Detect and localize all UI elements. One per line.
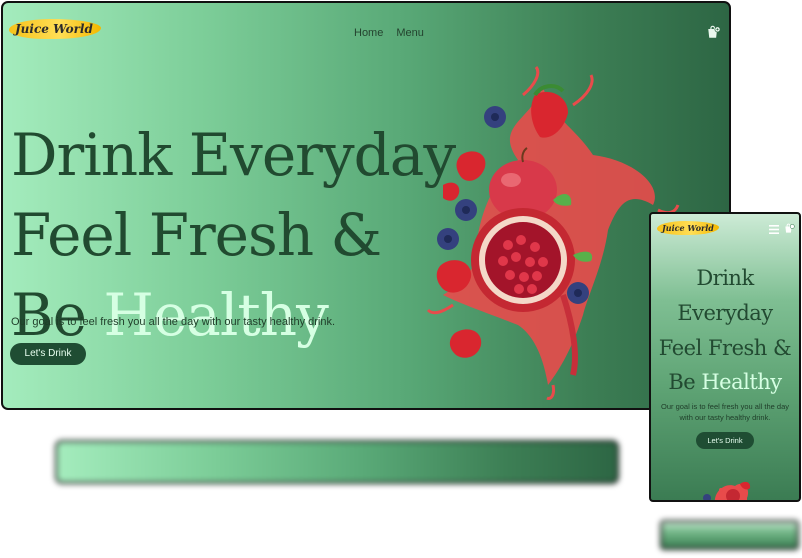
desktop-floor-shadow	[55, 440, 619, 484]
fruit-splash-image	[426, 66, 680, 400]
lets-drink-button[interactable]: Let's Drink	[10, 343, 86, 365]
mobile-hero-line-1: Drink	[696, 266, 754, 290]
mobile-brand-logo[interactable]: Juice World	[657, 221, 719, 235]
shopping-bag-icon[interactable]	[707, 25, 721, 39]
mockup-stage: Juice World Home Menu Drink Everyday Fee…	[0, 0, 802, 558]
mobile-hero-accent: Healthy	[701, 370, 782, 394]
mobile-shopping-bag-icon[interactable]	[784, 223, 795, 234]
nav-link-home[interactable]: Home	[354, 27, 383, 39]
desktop-nav-links: Home Menu	[354, 27, 424, 39]
mobile-lets-drink-button[interactable]: Let's Drink	[696, 432, 754, 449]
brand-logo[interactable]: Juice World	[9, 19, 101, 39]
hero-tagline: Our goal is to feel fresh you all the da…	[11, 316, 336, 328]
desktop-screen: Juice World Home Menu Drink Everyday Fee…	[1, 1, 731, 410]
hero-heading-prefix: Be	[11, 280, 104, 349]
hamburger-menu-icon[interactable]	[769, 225, 779, 234]
mobile-screen: Juice World Drink Everyday Feel Fresh & …	[649, 212, 801, 502]
hero-heading-line-2: Feel Fresh &	[11, 200, 382, 269]
desktop-navbar: Juice World Home Menu	[3, 3, 729, 63]
hero-heading-line-3: Be Healthy	[11, 286, 329, 344]
nav-link-menu[interactable]: Menu	[396, 27, 424, 39]
mobile-floor-shadow	[660, 520, 799, 550]
mobile-hero-line-4: Be Healthy	[651, 372, 799, 393]
mobile-hero-line-2: Everyday	[677, 301, 773, 325]
mobile-hero-tagline: Our goal is to feel fresh you all the da…	[661, 402, 789, 422]
hero-heading-line-1: Drink Everyday	[11, 120, 456, 189]
mobile-hero-line-3: Feel Fresh &	[658, 336, 792, 360]
mobile-hero-prefix: Be	[668, 370, 702, 394]
mobile-fruit-splash-image	[703, 481, 751, 500]
hero-heading-accent: Healthy	[103, 280, 328, 349]
